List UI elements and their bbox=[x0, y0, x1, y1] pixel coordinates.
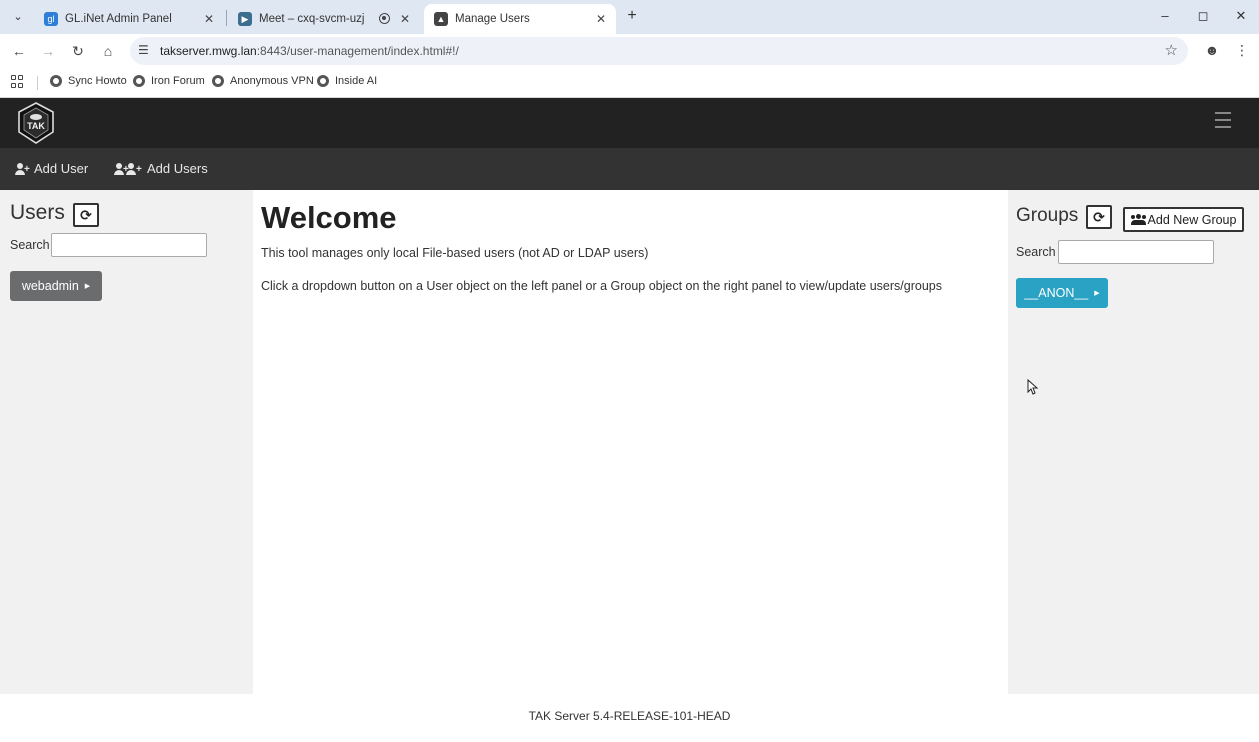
tab-title: Meet – cxq-svcm-uzj bbox=[259, 13, 365, 25]
welcome-panel: Welcome This tool manages only local Fil… bbox=[253, 190, 1008, 694]
groups-search-input[interactable] bbox=[1058, 240, 1214, 264]
groups-refresh-button[interactable]: ⟳ bbox=[1086, 205, 1112, 229]
globe-icon bbox=[133, 75, 145, 87]
groups-title: Groups bbox=[1016, 205, 1079, 226]
add-new-group-button[interactable]: Add New Group bbox=[1123, 207, 1244, 232]
maximize-icon[interactable]: ◻ bbox=[1194, 8, 1212, 24]
app-header: TAK bbox=[0, 98, 1259, 148]
action-bar: + Add User + + Add Users bbox=[0, 148, 1259, 190]
globe-icon bbox=[50, 75, 62, 87]
bookmarks-bar: Sync Howto Iron Forum Anonymous VPN Insi… bbox=[0, 68, 1259, 98]
reload-icon[interactable]: ↻ bbox=[69, 42, 87, 60]
profile-icon[interactable]: ☻ bbox=[1203, 42, 1221, 58]
user-plus-icon: + bbox=[14, 162, 30, 175]
user-dropdown-webadmin[interactable]: webadmin ▶ bbox=[10, 271, 102, 301]
bookmark-anonymous-vpn[interactable]: Anonymous VPN bbox=[212, 75, 314, 87]
new-tab-button[interactable]: + bbox=[624, 7, 640, 25]
caret-right-icon: ▶ bbox=[84, 283, 91, 290]
intro-text: This tool manages only local File-based … bbox=[261, 246, 649, 260]
version-text: TAK Server 5.4-RELEASE-101-HEAD bbox=[528, 709, 731, 723]
hamburger-menu-icon[interactable] bbox=[1215, 112, 1231, 133]
users-search-label: Search bbox=[10, 238, 50, 252]
instructions-text: Click a dropdown button on a User object… bbox=[261, 279, 942, 293]
refresh-icon: ⟳ bbox=[80, 206, 92, 223]
tab-meet[interactable]: ▶ Meet – cxq-svcm-uzj ✕ bbox=[228, 4, 420, 34]
tak-logo[interactable]: TAK bbox=[16, 102, 56, 144]
page: TAK + Add User + + Add Users Users ⟳ Sea… bbox=[0, 98, 1259, 742]
kebab-menu-icon[interactable]: ⋮ bbox=[1233, 42, 1251, 59]
users-title: Users bbox=[10, 201, 65, 224]
close-icon[interactable]: ✕ bbox=[594, 12, 608, 26]
mouse-cursor-icon bbox=[1027, 379, 1039, 395]
footer: TAK Server 5.4-RELEASE-101-HEAD bbox=[0, 694, 1259, 742]
home-icon[interactable]: ⌂ bbox=[99, 42, 117, 60]
browser-tabstrip: ⌄ gl GL.iNet Admin Panel ✕ ▶ Meet – cxq-… bbox=[0, 0, 1259, 34]
caret-right-icon: ▶ bbox=[1094, 290, 1100, 297]
close-icon[interactable]: ✕ bbox=[202, 12, 216, 26]
minimize-icon[interactable]: – bbox=[1156, 8, 1174, 23]
recording-icon bbox=[379, 13, 390, 24]
add-users-button[interactable]: + + Add Users bbox=[113, 161, 208, 176]
user-label: webadmin bbox=[21, 279, 79, 293]
bookmark-inside-ai[interactable]: Inside AI bbox=[317, 75, 377, 87]
groups-search-label: Search bbox=[1016, 245, 1056, 259]
tab-glinet[interactable]: gl GL.iNet Admin Panel ✕ bbox=[34, 4, 224, 34]
add-new-group-label: Add New Group bbox=[1147, 212, 1237, 227]
group-dropdown-anon[interactable]: __ANON__ ▶ bbox=[1016, 278, 1108, 308]
apps-grid-icon[interactable] bbox=[11, 75, 24, 88]
close-icon[interactable]: ✕ bbox=[398, 12, 412, 26]
tab-title: GL.iNet Admin Panel bbox=[65, 13, 172, 25]
add-user-label: Add User bbox=[34, 161, 89, 176]
globe-icon bbox=[317, 75, 329, 87]
browser-toolbar: ← → ↻ ⌂ ☰ takserver.mwg.lan:8443/user-ma… bbox=[0, 34, 1259, 68]
site-settings-icon[interactable]: ☰ bbox=[138, 43, 149, 57]
chevron-down-icon: ⌄ bbox=[13, 10, 23, 23]
window-close-icon[interactable]: ✕ bbox=[1232, 8, 1250, 24]
group-label: __ANON__ bbox=[1024, 286, 1089, 300]
add-user-button[interactable]: + Add User bbox=[14, 161, 88, 176]
address-bar[interactable]: ☰ takserver.mwg.lan:8443/user-management… bbox=[130, 37, 1188, 65]
page-title: Welcome bbox=[261, 200, 397, 235]
svg-text:TAK: TAK bbox=[27, 121, 45, 131]
users-search-input[interactable] bbox=[51, 233, 207, 257]
back-icon[interactable]: ← bbox=[10, 42, 28, 60]
refresh-icon: ⟳ bbox=[1093, 208, 1105, 225]
tab-title: Manage Users bbox=[455, 13, 530, 25]
globe-icon bbox=[212, 75, 224, 87]
bookmark-iron-forum[interactable]: Iron Forum bbox=[133, 75, 205, 87]
users-plus-icon: + + bbox=[113, 162, 143, 175]
bookmark-star-icon[interactable]: ☆ bbox=[1165, 41, 1178, 59]
forward-icon[interactable]: → bbox=[39, 42, 57, 60]
add-users-label: Add Users bbox=[147, 161, 208, 176]
users-panel: Users ⟳ Search webadmin ▶ bbox=[0, 190, 253, 694]
tak-icon: ▲ bbox=[434, 12, 448, 26]
tab-manage-users[interactable]: ▲ Manage Users ✕ bbox=[424, 4, 616, 34]
users-refresh-button[interactable]: ⟳ bbox=[73, 203, 99, 227]
users-group-icon bbox=[1130, 214, 1146, 225]
bookmark-sync-howto[interactable]: Sync Howto bbox=[50, 75, 127, 87]
tab-search-button[interactable]: ⌄ bbox=[8, 6, 28, 26]
groups-panel: Groups ⟳ Add New Group Search __ANON__ ▶ bbox=[1008, 190, 1259, 694]
glinet-icon: gl bbox=[44, 12, 58, 26]
meet-icon: ▶ bbox=[238, 12, 252, 26]
url-text[interactable]: takserver.mwg.lan:8443/user-management/i… bbox=[160, 44, 459, 58]
